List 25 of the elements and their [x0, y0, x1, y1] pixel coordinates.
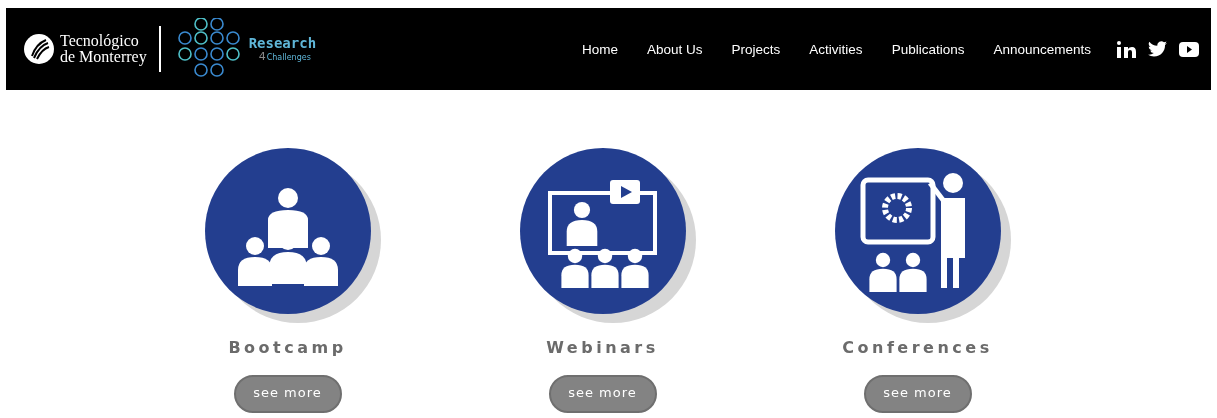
nav-link[interactable]: Home — [582, 41, 619, 57]
see-more-button[interactable]: see more — [863, 375, 972, 413]
card-title: Bootcamp — [228, 338, 347, 357]
nav-link[interactable]: Projects — [731, 41, 781, 57]
bird-icon[interactable] — [1148, 41, 1167, 57]
video-call-icon — [547, 180, 657, 288]
nav-link[interactable]: About Us — [647, 41, 703, 57]
card-title: Webinars — [546, 338, 659, 357]
linkedin-icon[interactable] — [1117, 40, 1136, 58]
project-logo-subtitle: Challenges — [266, 53, 311, 62]
flame-logo-icon — [24, 34, 54, 64]
nav-link[interactable]: Announcements — [993, 41, 1091, 57]
card-title: Conferences — [842, 338, 993, 357]
nav-link[interactable]: Activities — [809, 41, 863, 57]
nav-link[interactable]: Publications — [891, 41, 965, 57]
network-logo-icon — [176, 18, 241, 80]
brand-name: de Monterrey — [60, 49, 147, 65]
brand-name: Tecnológico — [60, 33, 140, 49]
audience-icon — [237, 188, 338, 286]
youtube-icon[interactable] — [1179, 41, 1199, 57]
see-more-button[interactable]: see more — [548, 375, 657, 413]
project-logo-title: Research — [248, 36, 317, 51]
see-more-button[interactable]: see more — [233, 375, 342, 413]
project-logo-number: 4 — [258, 51, 266, 62]
presentation-icon — [860, 173, 965, 292]
